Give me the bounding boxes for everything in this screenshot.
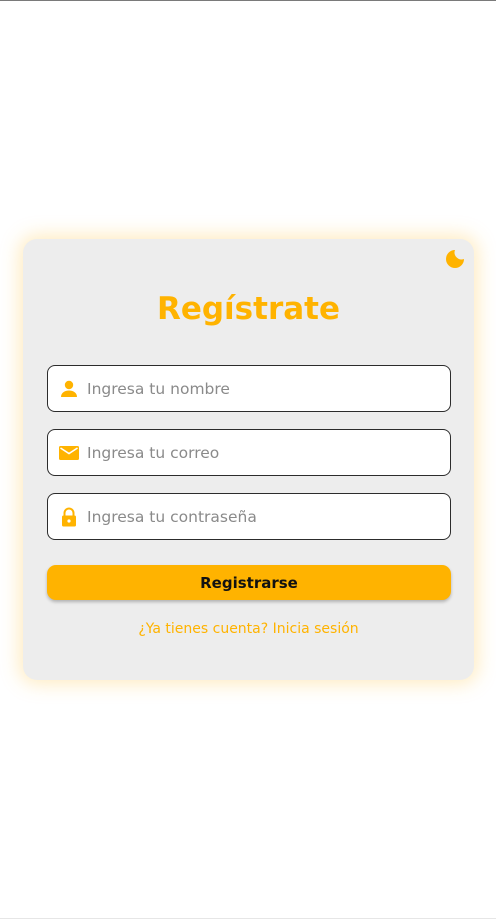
- login-link[interactable]: ¿Ya tienes cuenta? Inicia sesión: [23, 619, 474, 639]
- theme-toggle-button[interactable]: [445, 249, 465, 269]
- mail-icon: [58, 442, 80, 464]
- email-input[interactable]: [87, 430, 442, 475]
- password-field[interactable]: [47, 493, 451, 540]
- lock-icon: [58, 506, 80, 528]
- top-divider: [0, 0, 496, 1]
- name-field[interactable]: [47, 365, 451, 412]
- register-card: Regístrate Registrarse: [23, 239, 474, 680]
- name-input[interactable]: [87, 366, 442, 411]
- email-field[interactable]: [47, 429, 451, 476]
- password-input[interactable]: [87, 494, 442, 539]
- register-button[interactable]: Registrarse: [47, 565, 451, 600]
- moon-icon: [446, 250, 464, 268]
- user-icon: [58, 378, 80, 400]
- page-title: Regístrate: [156, 291, 341, 327]
